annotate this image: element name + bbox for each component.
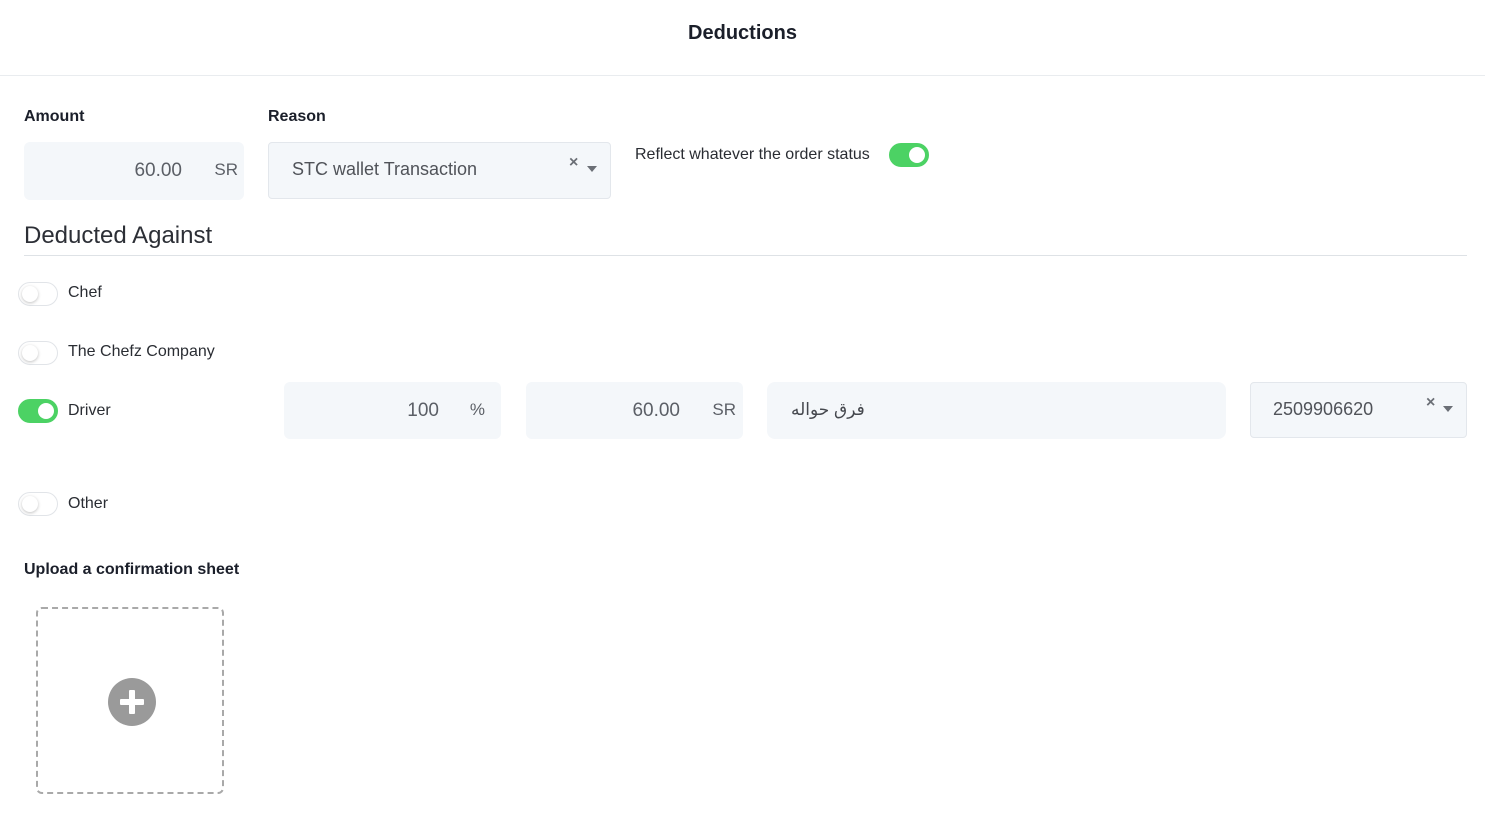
toggle-knob: [22, 286, 38, 302]
amount-value: 60.00: [134, 160, 182, 181]
amount-field[interactable]: 60.00 SR: [24, 142, 244, 200]
driver-amount-field[interactable]: 60.00 SR: [526, 382, 743, 439]
reason-label: Reason: [268, 108, 326, 125]
driver-note-value: فرق حواله: [791, 400, 865, 419]
deducted-against-title: Deducted Against: [24, 222, 213, 249]
driver-id-value: 2509906620: [1273, 399, 1374, 419]
driver-label: Driver: [68, 402, 111, 419]
chef-label: Chef: [68, 284, 102, 301]
reason-selected-value: STC wallet Transaction: [292, 159, 478, 179]
driver-percent-value: 100: [407, 400, 439, 421]
reason-select[interactable]: STC wallet Transaction ×: [268, 142, 611, 199]
driver-amount-unit: SR: [712, 400, 736, 419]
toggle-knob: [22, 345, 38, 361]
chevron-down-icon[interactable]: [1443, 406, 1453, 412]
chefz-company-label: The Chefz Company: [68, 343, 215, 360]
driver-toggle[interactable]: [18, 399, 58, 423]
driver-amount-value: 60.00: [632, 400, 680, 421]
upload-dropzone[interactable]: [36, 607, 224, 794]
toggle-knob: [22, 496, 38, 512]
amount-unit: SR: [214, 160, 238, 179]
reflect-order-status-label: Reflect whatever the order status: [635, 146, 870, 163]
toggle-knob: [909, 147, 925, 163]
clear-icon[interactable]: ×: [1426, 395, 1435, 411]
other-label: Other: [68, 495, 109, 512]
amount-label: Amount: [24, 108, 85, 125]
upload-label: Upload a confirmation sheet: [24, 561, 240, 578]
chef-toggle[interactable]: [18, 282, 58, 306]
plus-circle-icon[interactable]: [108, 678, 156, 726]
chevron-down-icon[interactable]: [587, 166, 597, 172]
section-divider: [24, 255, 1467, 256]
driver-percent-unit: %: [469, 400, 485, 419]
clear-icon[interactable]: ×: [569, 155, 578, 171]
chefz-company-toggle[interactable]: [18, 341, 58, 365]
page-title: Deductions: [688, 22, 797, 44]
other-toggle[interactable]: [18, 492, 58, 516]
toggle-knob: [38, 403, 54, 419]
modal-header: Deductions: [0, 0, 1485, 76]
reflect-order-status-toggle[interactable]: [889, 143, 929, 167]
driver-note-field[interactable]: فرق حواله: [767, 382, 1226, 439]
driver-id-select[interactable]: 2509906620 ×: [1250, 382, 1467, 438]
driver-percent-field[interactable]: 100 %: [284, 382, 501, 439]
